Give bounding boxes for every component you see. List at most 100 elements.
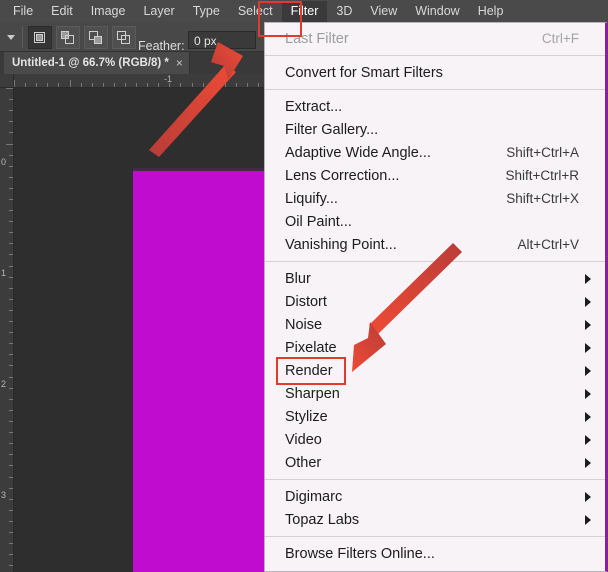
menubar-item-window[interactable]: Window [406,1,468,22]
photoshop-window: FileEditImageLayerTypeSelectFilter3DView… [0,0,608,572]
menu-separator [265,261,605,262]
new-selection-button[interactable] [28,26,52,49]
chevron-right-icon [585,343,591,353]
chevron-right-icon [585,492,591,502]
menu-item-label: Lens Correction... [285,168,399,184]
menubar-item-3d[interactable]: 3D [327,1,361,22]
menu-item-label: Digimarc [285,489,342,505]
ruler-tick [9,99,13,100]
ruler-tick [9,477,13,478]
menubar-item-select[interactable]: Select [229,1,282,22]
menu-item-distort[interactable]: Distort [265,290,605,313]
document-tab[interactable]: Untitled-1 @ 66.7% (RGB/8) * × [4,52,190,74]
intersect-with-selection-button[interactable] [112,26,136,49]
menu-item-label: Render [285,363,333,379]
ruler-tick [9,510,13,511]
ruler-tick [9,221,13,222]
menu-separator [265,536,605,537]
menu-item-label: Sharpen [285,386,340,402]
chevron-right-icon [585,412,591,422]
menubar-item-file[interactable]: File [4,1,42,22]
tool-preset-picker[interactable] [4,30,18,44]
menu-item-label: Noise [285,317,322,333]
menubar-item-edit[interactable]: Edit [42,1,82,22]
menu-item-label: Pixelate [285,340,337,356]
chevron-right-icon [585,297,591,307]
menu-item-liquify[interactable]: Liquify... Shift+Ctrl+X [265,187,605,210]
chevron-right-icon [585,320,591,330]
menubar-item-view[interactable]: View [361,1,406,22]
ruler-label: 3 [1,491,6,500]
add-to-selection-button[interactable] [56,26,80,49]
menu-item-filter-gallery[interactable]: Filter Gallery... [265,118,605,141]
menu-bar: FileEditImageLayerTypeSelectFilter3DView… [0,0,608,22]
subtract-from-selection-icon [89,31,102,44]
menu-item-adaptive-wide-angle[interactable]: Adaptive Wide Angle...Shift+Ctrl+A [265,141,605,164]
menu-item-sharpen[interactable]: Sharpen [265,382,605,405]
ruler-tick [9,177,13,178]
menu-item-oil-paint[interactable]: Oil Paint... [265,210,605,233]
ruler-tick [9,277,13,278]
menubar-item-layer[interactable]: Layer [134,1,183,22]
ruler-tick [9,543,13,544]
menubar-item-type[interactable]: Type [184,1,229,22]
menu-item-shortcut: Shift+Ctrl+X [506,191,579,206]
menu-item-convert-for-smart-filters[interactable]: Convert for Smart Filters [265,61,605,84]
ruler-tick [9,121,13,122]
close-icon[interactable]: × [176,58,183,68]
ruler-tick [214,83,215,87]
menu-separator [265,55,605,56]
menu-item-label: Stylize [285,409,328,425]
menu-item-label: Distort [285,294,327,310]
ruler-tick [158,83,159,87]
ruler-tick [114,83,115,87]
document-tab-title: Untitled-1 @ 66.7% (RGB/8) * [12,57,169,69]
vertical-ruler[interactable]: 012345 [0,88,14,572]
menu-item-pixelate[interactable]: Pixelate [265,336,605,359]
menu-item-label: Blur [285,271,311,287]
menu-item-topaz-labs[interactable]: Topaz Labs [265,508,605,531]
menu-item-stylize[interactable]: Stylize [265,405,605,428]
menu-item-shortcut: Shift+Ctrl+R [505,168,579,183]
menu-item-digimarc[interactable]: Digimarc [265,485,605,508]
ruler-tick [9,454,13,455]
menu-item-blur[interactable]: Blur [265,267,605,290]
menu-item-browse-filters-online[interactable]: Browse Filters Online... [265,542,605,565]
ruler-corner[interactable] [0,74,14,88]
filter-dropdown-menu[interactable]: Last FilterCtrl+FConvert for Smart Filte… [264,22,608,572]
ruler-tick [9,232,13,233]
menubar-item-help[interactable]: Help [469,1,513,22]
subtract-from-selection-button[interactable] [84,26,108,49]
ruler-tick [9,443,13,444]
ruler-tick [9,377,13,378]
ruler-tick [225,83,226,87]
menu-item-label: Other [285,455,321,471]
menu-item-lens-correction[interactable]: Lens Correction... Shift+Ctrl+R [265,164,605,187]
ruler-tick [147,83,148,87]
ruler-tick [14,80,15,87]
feather-input[interactable] [188,31,256,49]
ruler-tick [9,155,13,156]
menu-item-vanishing-point[interactable]: Vanishing Point...Alt+Ctrl+V [265,233,605,256]
menu-item-label: Liquify... [285,191,338,207]
ruler-tick [9,310,13,311]
ruler-tick [9,410,13,411]
menu-item-extract[interactable]: Extract... [265,95,605,118]
menu-item-noise[interactable]: Noise [265,313,605,336]
ruler-tick [136,83,137,87]
menubar-item-image[interactable]: Image [82,1,135,22]
intersect-with-selection-icon [117,31,130,44]
menu-item-video[interactable]: Video [265,428,605,451]
ruler-tick [6,144,13,145]
ruler-tick [9,499,13,500]
ruler-tick [47,83,48,87]
menu-item-other[interactable]: Other [265,451,605,474]
ruler-tick [9,488,13,489]
menubar-item-filter[interactable]: Filter [282,1,328,22]
menu-item-shortcut: Ctrl+F [542,31,579,46]
options-divider [22,26,23,48]
ruler-label: -1 [164,74,172,85]
ruler-tick [9,110,13,111]
ruler-tick [103,83,104,87]
menu-item-render[interactable]: Render [265,359,605,382]
